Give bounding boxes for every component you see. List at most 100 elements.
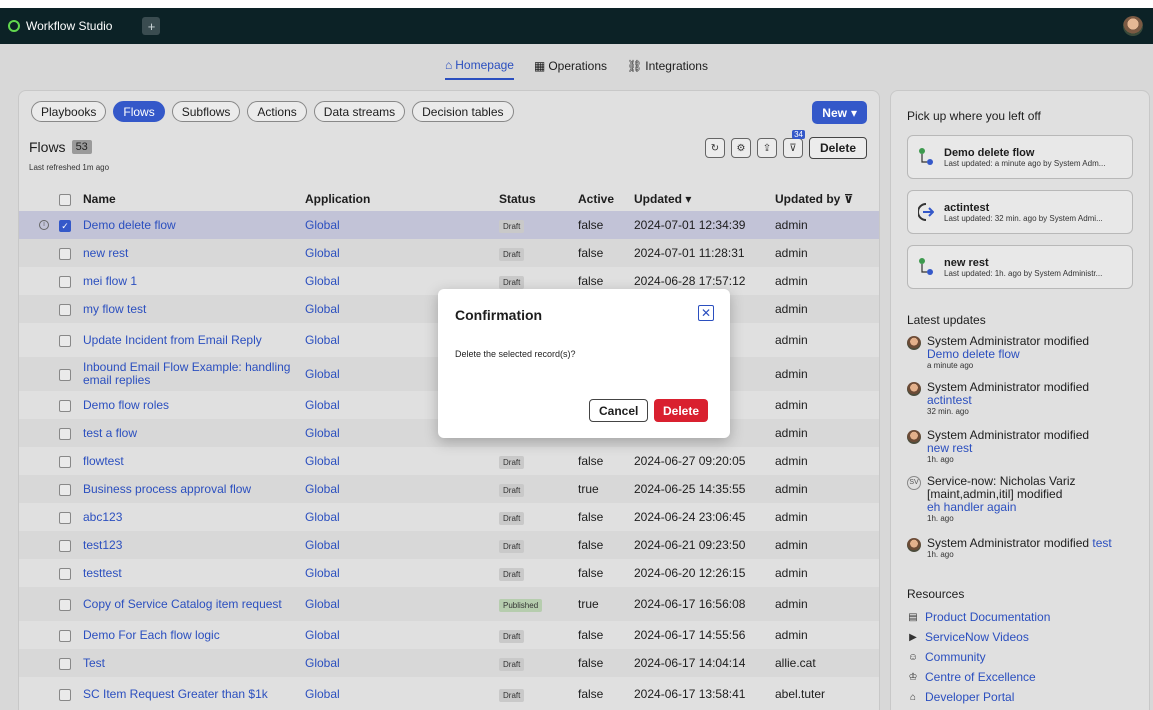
row-checkbox[interactable] xyxy=(59,483,71,496)
resource-link[interactable]: ♔ Centre of Excellence xyxy=(907,670,1036,684)
chip-decision-tables[interactable]: Decision tables xyxy=(412,101,514,122)
table-row[interactable]: flowtest Global Draft false 2024-06-27 09:20… xyxy=(19,447,879,475)
confirm-delete-button[interactable]: Delete xyxy=(654,399,709,422)
chip-subflows[interactable]: Subflows xyxy=(171,101,241,122)
update-link[interactable]: Demo delete flow xyxy=(927,348,1089,361)
application-link[interactable]: Global xyxy=(305,510,340,524)
application-link[interactable]: Global xyxy=(305,218,340,232)
flow-name-link[interactable]: my flow test xyxy=(83,302,146,316)
flow-name-link[interactable]: Test xyxy=(83,656,105,670)
flow-name-link[interactable]: abc123 xyxy=(83,510,122,524)
nav-integrations[interactable]: ⛓ Integrations xyxy=(627,56,708,80)
row-checkbox[interactable] xyxy=(59,427,71,440)
nav-homepage[interactable]: ⌂ Homepage xyxy=(445,56,514,80)
update-link[interactable]: new rest xyxy=(927,442,1089,455)
flow-name-link[interactable]: Inbound Email Flow Example: handling ema… xyxy=(83,360,290,387)
row-checkbox[interactable] xyxy=(59,247,71,260)
col-name[interactable]: Name xyxy=(79,187,301,211)
col-updated-by[interactable]: Updated by ⊽ xyxy=(771,187,879,211)
table-row[interactable]: Demo For Each flow logic Global Draft false… xyxy=(19,621,879,649)
flow-name-link[interactable]: Business process approval flow xyxy=(83,482,251,496)
application-link[interactable]: Global xyxy=(305,687,340,701)
update-link[interactable]: eh handler again xyxy=(927,501,1137,514)
refresh-button[interactable]: ↻ xyxy=(704,138,725,158)
flow-name-link[interactable]: test123 xyxy=(83,538,122,552)
info-icon[interactable]: i xyxy=(39,220,49,230)
application-link[interactable]: Global xyxy=(305,628,340,642)
resource-link[interactable]: ☺ Community xyxy=(907,650,986,664)
col-updated[interactable]: Updated ▾ xyxy=(630,187,771,211)
row-checkbox[interactable]: ✓ xyxy=(59,219,71,232)
flow-name-link[interactable]: mei flow 1 xyxy=(83,274,137,288)
flow-name-link[interactable]: testtest xyxy=(83,566,122,580)
table-row[interactable]: new rest Global Draft false 2024-07-01 11:28… xyxy=(19,239,879,267)
resource-link[interactable]: ▤ Product Documentation xyxy=(907,610,1050,624)
update-link[interactable]: test xyxy=(1092,536,1111,550)
resource-link[interactable]: ▶ ServiceNow Videos xyxy=(907,630,1029,644)
flow-name-link[interactable]: Demo For Each flow logic xyxy=(83,628,220,642)
application-link[interactable]: Global xyxy=(305,246,340,260)
table-row[interactable]: SC Item Request Greater than $1k Global Dr… xyxy=(19,677,879,710)
user-avatar[interactable] xyxy=(1123,16,1143,36)
flow-name-link[interactable]: Update Incident from Email Reply xyxy=(83,333,262,347)
application-link[interactable]: Global xyxy=(305,333,340,347)
application-link[interactable]: Global xyxy=(305,302,340,316)
application-link[interactable]: Global xyxy=(305,454,340,468)
row-checkbox[interactable] xyxy=(59,629,71,642)
delete-button[interactable]: Delete xyxy=(808,137,867,159)
row-checkbox[interactable] xyxy=(59,399,71,412)
table-row[interactable]: abc123 Global Draft false 2024-06-24 23:06:4… xyxy=(19,503,879,531)
chip-playbooks[interactable]: Playbooks xyxy=(31,101,107,122)
row-checkbox[interactable] xyxy=(59,511,71,524)
cancel-button[interactable]: Cancel xyxy=(589,399,649,422)
close-icon[interactable]: ✕ xyxy=(698,305,714,321)
application-link[interactable]: Global xyxy=(305,482,340,496)
flow-name-link[interactable]: new rest xyxy=(83,246,128,260)
row-checkbox[interactable] xyxy=(59,275,71,288)
filter-button[interactable]: ⊽ 34 xyxy=(782,130,805,158)
table-row[interactable]: i ✓ Demo delete flow Global Draft false 2024-0… xyxy=(19,211,879,239)
export-button[interactable]: ⇪ xyxy=(756,138,777,158)
application-link[interactable]: Global xyxy=(305,538,340,552)
application-link[interactable]: Global xyxy=(305,566,340,580)
application-link[interactable]: Global xyxy=(305,597,340,611)
flow-name-link[interactable]: test a flow xyxy=(83,426,137,440)
row-checkbox[interactable] xyxy=(59,598,71,611)
chip-actions[interactable]: Actions xyxy=(247,101,307,122)
flow-name-link[interactable]: Demo delete flow xyxy=(83,218,176,232)
table-row[interactable]: testtest Global Draft false 2024-06-20 12:26… xyxy=(19,559,879,587)
chip-data-streams[interactable]: Data streams xyxy=(313,101,406,122)
application-link[interactable]: Global xyxy=(305,367,340,381)
table-row[interactable]: test123 Global Draft false 2024-06-21 09:23:… xyxy=(19,531,879,559)
flow-name-link[interactable]: flowtest xyxy=(83,454,124,468)
col-active[interactable]: Active xyxy=(574,187,630,211)
col-status[interactable]: Status xyxy=(495,187,574,211)
flow-name-link[interactable]: SC Item Request Greater than $1k xyxy=(83,687,268,701)
table-row[interactable]: Business process approval flow Global Draf… xyxy=(19,475,879,503)
flow-name-link[interactable]: Copy of Service Catalog item request xyxy=(83,597,282,611)
recent-card[interactable]: new rest Last updated: 1h. ago by System … xyxy=(907,245,1133,289)
flow-name-link[interactable]: Demo flow roles xyxy=(83,398,169,412)
row-checkbox[interactable] xyxy=(59,657,71,670)
col-application[interactable]: Application xyxy=(301,187,495,211)
row-checkbox[interactable] xyxy=(59,368,71,381)
new-button[interactable]: New ▾ xyxy=(812,101,867,124)
row-checkbox[interactable] xyxy=(59,334,71,347)
row-checkbox[interactable] xyxy=(59,539,71,552)
recent-card[interactable]: Demo delete flow Last updated: a minute a… xyxy=(907,135,1133,179)
new-tab-button[interactable]: + xyxy=(142,17,161,35)
application-link[interactable]: Global xyxy=(305,274,340,288)
row-checkbox[interactable] xyxy=(59,455,71,468)
resource-link[interactable]: ⌂ Developer Portal xyxy=(907,690,1014,704)
row-checkbox[interactable] xyxy=(59,303,71,316)
settings-button[interactable]: ⚙ xyxy=(730,138,751,158)
application-link[interactable]: Global xyxy=(305,426,340,440)
row-checkbox[interactable] xyxy=(59,688,71,701)
brand[interactable]: Workflow Studio xyxy=(8,19,112,33)
update-link[interactable]: actintest xyxy=(927,394,1089,407)
nav-operations[interactable]: ▦ Operations xyxy=(534,56,607,80)
application-link[interactable]: Global xyxy=(305,398,340,412)
table-row[interactable]: Copy of Service Catalog item request Glob… xyxy=(19,587,879,621)
select-all-checkbox[interactable] xyxy=(59,193,71,206)
table-row[interactable]: Test Global Draft false 2024-06-17 14:04:14 a… xyxy=(19,649,879,677)
